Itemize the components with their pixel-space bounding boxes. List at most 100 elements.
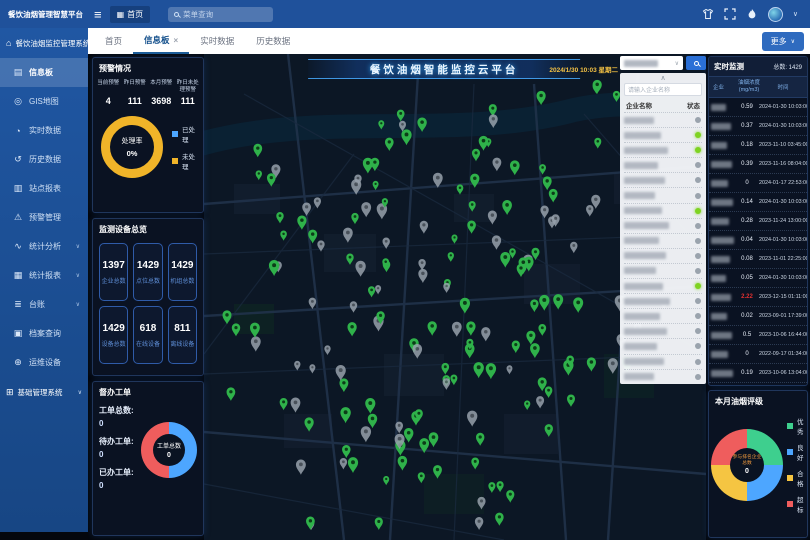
company-row[interactable] <box>624 172 702 187</box>
realtime-row[interactable]: 0.082023-12-03 12:47:00 <box>709 383 807 386</box>
sidebar-item-gis-map[interactable]: ◎GIS地图 <box>0 87 88 116</box>
workorder-label: 待办工单: <box>99 436 141 447</box>
more-button-label: 更多 <box>771 36 787 47</box>
realtime-row[interactable]: 02022-09-17 01:34:00 <box>709 345 807 364</box>
company-row[interactable] <box>624 127 702 142</box>
menu-search-placeholder: 菜单查询 <box>183 9 213 20</box>
censored-company-name <box>624 283 663 290</box>
censored-company-name <box>624 343 657 350</box>
realtime-row[interactable]: 0.052024-01-30 10:03:00 <box>709 269 807 288</box>
stat-analysis-icon: ∿ <box>13 241 23 252</box>
company-row[interactable] <box>624 263 702 278</box>
sidebar-item-info-board[interactable]: ▤信息板 <box>0 58 88 87</box>
sidebar-item-archive-query[interactable]: ▣档案查询 <box>0 319 88 348</box>
sidebar-item-stat-analysis[interactable]: ∿统计分析∨ <box>0 232 88 261</box>
realtime-row[interactable]: 0.142024-01-30 10:03:00 <box>709 193 807 212</box>
realtime-row[interactable]: 02024-01-17 22:53:00 <box>709 174 807 193</box>
company-row[interactable] <box>624 157 702 172</box>
tab-info-board[interactable]: 信息板× <box>133 28 189 54</box>
company-row[interactable] <box>624 203 702 218</box>
company-row[interactable] <box>624 369 702 384</box>
realtime-row[interactable]: 0.042024-01-30 10:03:00 <box>709 231 807 250</box>
realtime-row[interactable]: 0.52023-10-06 16:44:00 <box>709 326 807 345</box>
sidebar-item-history-data[interactable]: ↺历史数据 <box>0 145 88 174</box>
menu-search-input[interactable]: 菜单查询 <box>168 7 273 22</box>
hamburger-menu-icon[interactable]: ≡ <box>94 7 102 22</box>
censored-company-name <box>624 237 659 244</box>
realtime-row[interactable]: 0.592024-01-30 10:03:00 <box>709 98 807 117</box>
sidebar-section-smoke-monitor-system[interactable]: ⌂餐饮油烟监控管理系统∧ <box>0 28 88 58</box>
fullscreen-icon[interactable] <box>724 8 736 20</box>
status-dot-gray <box>695 359 701 365</box>
tab-history-data[interactable]: 历史数据 <box>245 28 301 54</box>
alarm-stat-value: 4 <box>95 96 122 106</box>
company-row[interactable] <box>624 218 702 233</box>
notification-flame-icon[interactable] <box>746 8 758 20</box>
tab-close-icon[interactable]: × <box>174 36 179 45</box>
tab-home[interactable]: 首页 <box>94 28 133 54</box>
rating-center-value: 0 <box>745 468 749 475</box>
sidebar-item-ops-device[interactable]: ⊕运维设备 <box>0 348 88 377</box>
sidebar-item-realtime-data[interactable]: ◔实时数据 <box>0 116 88 145</box>
legend-label: 未处理 <box>182 151 195 171</box>
realtime-row[interactable]: 0.082023-11-01 22:25:00 <box>709 250 807 269</box>
sidebar-item-alarm-management[interactable]: ⚠预警管理 <box>0 203 88 232</box>
company-row[interactable] <box>624 112 702 127</box>
alarm-stats: 当前预警4昨日预警111本月预警3698昨日未处理预警111 <box>93 77 203 106</box>
reading-time: 2023-10-06 13:04:00 <box>759 370 808 376</box>
sidebar-item-site-report[interactable]: ▥站点报表 <box>0 174 88 203</box>
legend-label: 已处理 <box>182 124 195 144</box>
censored-company-name <box>711 142 727 149</box>
realtime-row[interactable]: 2.222023-12-15 01:11:00 <box>709 288 807 307</box>
user-menu-chevron-down-icon[interactable]: ∨ <box>793 10 798 18</box>
company-name-input[interactable]: 请输入企业名称 <box>624 83 702 96</box>
sidebar-item-stat-report[interactable]: ▦统计报表∨ <box>0 261 88 290</box>
collapse-chevron-up-icon[interactable]: ∧ <box>624 75 702 83</box>
realtime-row[interactable]: 0.182023-11-10 03:45:00 <box>709 136 807 155</box>
company-row[interactable] <box>624 323 702 338</box>
realtime-company-cell <box>711 193 735 211</box>
realtime-row[interactable]: 0.372024-01-30 10:03:00 <box>709 117 807 136</box>
reading-time: 2022-09-17 01:34:00 <box>759 351 808 357</box>
company-row[interactable] <box>624 248 702 263</box>
company-row[interactable] <box>624 354 702 369</box>
realtime-company-cell <box>711 269 735 287</box>
device-stat-value: 1429 <box>103 323 125 334</box>
sidebar-section-base-management-system[interactable]: ⊞基础管理系统∨ <box>0 377 88 407</box>
company-row[interactable] <box>624 233 702 248</box>
censored-company-name <box>711 237 734 244</box>
workorder-label: 已办工单: <box>99 467 141 478</box>
company-rows <box>624 112 702 384</box>
realtime-row[interactable]: 0.392023-11-16 08:04:00 <box>709 155 807 174</box>
gauge-value: 0% <box>127 149 138 158</box>
realtime-company-cell <box>711 364 735 382</box>
company-row[interactable] <box>624 308 702 323</box>
theme-skin-icon[interactable] <box>702 8 714 20</box>
company-row[interactable] <box>624 293 702 308</box>
sidebar-item-ledger[interactable]: ≣台账∨ <box>0 290 88 319</box>
company-row[interactable] <box>624 142 702 157</box>
tab-realtime-data[interactable]: 实时数据 <box>189 28 245 54</box>
user-avatar[interactable] <box>768 7 783 22</box>
censored-company-name <box>711 180 728 187</box>
legend-swatch <box>787 475 793 481</box>
censored-company-name <box>624 192 655 199</box>
company-select-dropdown[interactable]: ∨ <box>620 56 683 70</box>
company-search-button[interactable] <box>686 56 706 70</box>
company-row[interactable] <box>624 187 702 202</box>
realtime-row[interactable]: 0.282023-11-24 13:00:00 <box>709 212 807 231</box>
company-row[interactable] <box>624 278 702 293</box>
realtime-data-icon: ◔ <box>13 126 23 136</box>
legend-label: 超标 <box>797 494 806 514</box>
header-actions: ∨ <box>702 7 810 22</box>
company-row[interactable] <box>624 338 702 353</box>
device-stat-box: 1429点位总数 <box>133 243 162 301</box>
home-chip[interactable]: ▦ 首页 <box>110 6 151 23</box>
status-dot-gray <box>695 374 701 380</box>
censored-company-name <box>624 117 654 124</box>
more-button[interactable]: 更多 ∨ <box>762 32 804 51</box>
device-stat-value: 618 <box>140 323 157 334</box>
realtime-row[interactable]: 0.192023-10-06 13:04:00 <box>709 364 807 383</box>
realtime-row[interactable]: 0.022023-09-01 17:39:00 <box>709 307 807 326</box>
search-icon <box>174 12 179 17</box>
